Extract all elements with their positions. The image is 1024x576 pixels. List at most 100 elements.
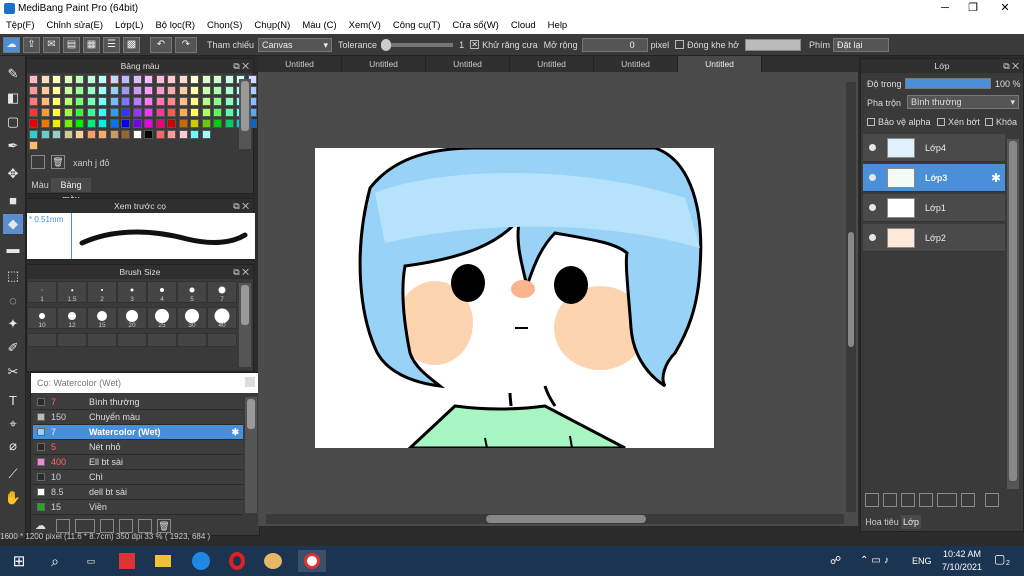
brush-size-cell[interactable] bbox=[87, 333, 117, 347]
horizontal-scrollbar[interactable] bbox=[266, 514, 844, 524]
color-swatch[interactable] bbox=[109, 97, 119, 106]
palette-scrollbar[interactable] bbox=[239, 79, 251, 149]
tab-color[interactable]: Màu bbox=[29, 178, 51, 192]
color-swatch[interactable] bbox=[155, 130, 165, 139]
color-swatch[interactable] bbox=[224, 97, 234, 106]
color-swatch[interactable] bbox=[52, 119, 61, 128]
folder-icon[interactable] bbox=[119, 519, 133, 533]
color-swatch[interactable] bbox=[155, 75, 165, 84]
color-swatch[interactable] bbox=[201, 108, 211, 117]
color-swatch[interactable] bbox=[132, 119, 142, 128]
color-swatch[interactable] bbox=[52, 108, 61, 117]
color-swatch[interactable] bbox=[224, 75, 234, 84]
brush-size-cell[interactable]: 10 bbox=[27, 307, 57, 329]
text-icon[interactable]: T bbox=[3, 390, 23, 410]
color-swatch[interactable] bbox=[29, 130, 38, 139]
color-swatch[interactable] bbox=[52, 130, 61, 139]
brush-item[interactable]: 150 Chuyển màu bbox=[33, 410, 243, 425]
lasso-icon[interactable]: ◌ bbox=[3, 290, 23, 310]
brush-size-cell[interactable]: 20 bbox=[117, 307, 147, 329]
menu-snap[interactable]: Chụp(N) bbox=[248, 20, 296, 31]
rect-icon[interactable]: ▢ bbox=[3, 112, 23, 132]
menu-tools[interactable]: Công cụ(T) bbox=[387, 20, 447, 31]
color-swatch[interactable] bbox=[178, 119, 188, 128]
menu-color[interactable]: Màu (C) bbox=[296, 20, 342, 31]
color-swatch[interactable] bbox=[144, 119, 153, 128]
select-rect-icon[interactable]: ⬚ bbox=[3, 266, 23, 286]
redo-button[interactable]: ↷ bbox=[175, 36, 197, 53]
color-swatch[interactable] bbox=[98, 75, 107, 84]
trash-icon[interactable]: 🗑 bbox=[157, 519, 171, 533]
color-swatch[interactable] bbox=[98, 108, 107, 117]
color-swatch[interactable] bbox=[40, 108, 50, 117]
color-swatch[interactable] bbox=[201, 75, 211, 84]
drawing-canvas[interactable] bbox=[315, 148, 714, 448]
color-swatch[interactable] bbox=[121, 86, 130, 95]
tab-untitled-4[interactable]: Untitled bbox=[510, 56, 594, 72]
brush-size-cell[interactable] bbox=[117, 333, 147, 347]
color-swatch[interactable] bbox=[86, 119, 96, 128]
color-swatch[interactable] bbox=[40, 86, 50, 95]
color-swatch[interactable] bbox=[178, 86, 188, 95]
panel-controls-icon[interactable]: ⧉ ✕ bbox=[233, 59, 249, 73]
visibility-icon[interactable] bbox=[869, 174, 876, 181]
menu-select[interactable]: Chọn(S) bbox=[201, 20, 248, 31]
color-swatch[interactable] bbox=[167, 130, 176, 139]
brush-item[interactable]: 15 Viền bbox=[33, 500, 243, 515]
tolerance-slider[interactable] bbox=[381, 38, 454, 51]
panel-controls-icon[interactable]: ⧉ ✕ bbox=[1003, 59, 1019, 73]
tab-navigator[interactable]: Hoa tiêu bbox=[863, 515, 901, 529]
layer-row[interactable]: Lớp1 bbox=[863, 194, 1005, 222]
visibility-icon[interactable] bbox=[869, 144, 876, 151]
folder-icon[interactable] bbox=[961, 493, 975, 507]
color-swatch[interactable] bbox=[52, 75, 61, 84]
brush-icon[interactable]: ✎ bbox=[3, 64, 23, 84]
color-swatch[interactable] bbox=[201, 86, 211, 95]
color-swatch[interactable] bbox=[132, 97, 142, 106]
color-swatch[interactable] bbox=[144, 108, 153, 117]
color-swatch[interactable] bbox=[63, 108, 73, 117]
expand-input[interactable]: 0 bbox=[581, 37, 648, 52]
tab-untitled-2[interactable]: Untitled bbox=[342, 56, 426, 72]
color-swatch[interactable] bbox=[190, 130, 199, 139]
color-swatch[interactable] bbox=[63, 119, 73, 128]
color-swatch[interactable] bbox=[109, 75, 119, 84]
color-swatch[interactable] bbox=[63, 97, 73, 106]
color-swatch[interactable] bbox=[40, 130, 50, 139]
color-swatch[interactable] bbox=[63, 130, 73, 139]
brush-size-cell[interactable]: 2 bbox=[87, 281, 117, 303]
color-swatch[interactable] bbox=[29, 75, 38, 84]
chat-icon[interactable]: ✉ bbox=[43, 36, 60, 53]
paint-palette-icon[interactable] bbox=[262, 550, 284, 572]
tray-icons[interactable]: ⌃▭♪ bbox=[860, 555, 892, 566]
color-swatch[interactable] bbox=[213, 108, 222, 117]
brush-size-cell[interactable]: 1.5 bbox=[57, 281, 87, 303]
color-swatch[interactable] bbox=[121, 119, 130, 128]
tab-untitled-3[interactable]: Untitled bbox=[426, 56, 510, 72]
tab-untitled-5[interactable]: Untitled bbox=[594, 56, 678, 72]
brush-item[interactable]: 7 Bình thường bbox=[33, 395, 243, 410]
tab-palette[interactable]: Bảng màu bbox=[51, 178, 91, 204]
list-icon[interactable]: ☰ bbox=[103, 36, 120, 53]
language-indicator[interactable]: ENG bbox=[912, 556, 932, 566]
color-swatch[interactable] bbox=[190, 75, 199, 84]
magic-wand-icon[interactable]: ✦ bbox=[3, 314, 23, 334]
color-swatch[interactable] bbox=[167, 108, 176, 117]
tab-untitled-6[interactable]: Untitled bbox=[678, 56, 762, 72]
color-swatch[interactable] bbox=[121, 108, 130, 117]
brush-item[interactable]: 400 Ell bt sài bbox=[33, 455, 243, 470]
eyedropper-icon[interactable]: ⌀ bbox=[3, 436, 23, 456]
color-swatch[interactable] bbox=[98, 97, 107, 106]
clock-date[interactable]: 7/10/2021 bbox=[940, 562, 984, 572]
antialias-checkbox[interactable]: ✕ bbox=[470, 40, 480, 49]
gap-slider[interactable] bbox=[745, 38, 802, 51]
menu-file[interactable]: Tệp(F) bbox=[0, 20, 41, 31]
color-swatch[interactable] bbox=[155, 119, 165, 128]
new-halftone-layer-icon[interactable] bbox=[883, 493, 897, 507]
color-swatch[interactable] bbox=[98, 86, 107, 95]
grid-icon[interactable]: ▩ bbox=[123, 36, 140, 53]
color-swatch[interactable] bbox=[109, 119, 119, 128]
color-swatch[interactable] bbox=[121, 97, 130, 106]
blend-select[interactable]: Bình thường ▾ bbox=[907, 95, 1019, 109]
color-swatch[interactable] bbox=[109, 86, 119, 95]
